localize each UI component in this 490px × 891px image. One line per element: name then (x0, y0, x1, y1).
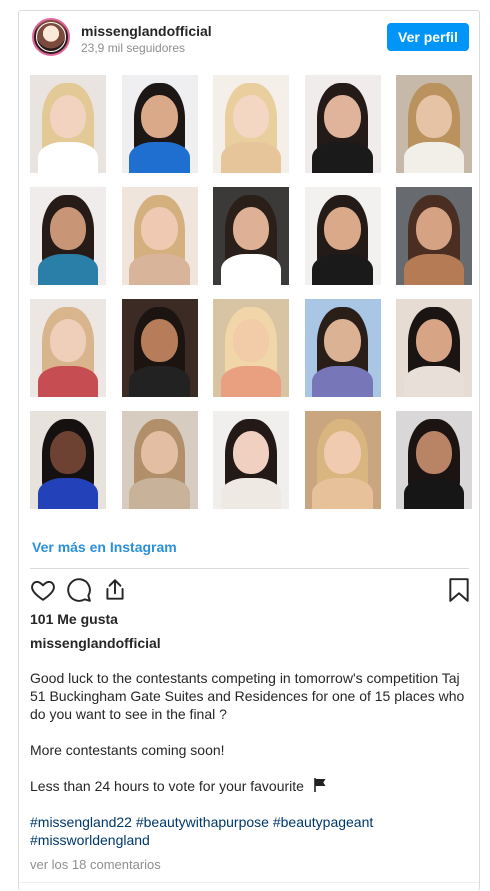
photo-outfit (403, 477, 465, 509)
photo-outfit (312, 253, 373, 285)
grid-photo[interactable] (30, 75, 106, 173)
photo-face (324, 318, 361, 362)
photo-face (232, 318, 270, 362)
comment-icon[interactable] (66, 577, 92, 603)
divider (30, 568, 469, 569)
instagram-embed-card: missenglandofficial 23,9 mil seguidores … (18, 10, 480, 891)
photo-outfit (220, 365, 282, 397)
photo-outfit (312, 365, 373, 397)
photo-outfit (129, 477, 190, 509)
photo-face (415, 318, 453, 362)
grid-photo[interactable] (213, 75, 289, 173)
photo-face (49, 94, 87, 138)
photo-face (415, 206, 453, 250)
view-more-on-instagram-link[interactable]: Ver más en Instagram (32, 539, 177, 555)
photo-face (49, 430, 87, 474)
grid-photo[interactable] (304, 187, 381, 285)
post-header: missenglandofficial 23,9 mil seguidores … (19, 11, 479, 65)
divider (19, 882, 479, 883)
grid-photo[interactable] (30, 187, 106, 285)
grid-photo[interactable] (396, 75, 472, 173)
photo-outfit (403, 141, 465, 173)
photo-grid (30, 75, 472, 509)
photo-face (232, 206, 270, 250)
photo-outfit (37, 365, 99, 397)
grid-photo[interactable] (396, 411, 472, 509)
heart-icon[interactable] (30, 577, 56, 603)
photo-outfit (312, 141, 373, 173)
share-icon[interactable] (102, 577, 128, 603)
photo-outfit (220, 141, 282, 173)
photo-face (49, 206, 87, 250)
photo-face (324, 206, 361, 250)
grid-photo[interactable] (213, 411, 289, 509)
caption-paragraph: More contestants coming soon! (30, 742, 225, 758)
photo-outfit (220, 253, 282, 285)
caption-paragraph: Less than 24 hours to vote for your favo… (30, 777, 470, 795)
photo-face (415, 94, 453, 138)
caption-paragraph: Good luck to the contestants competing i… (30, 670, 465, 722)
hashtags[interactable]: #missengland22 #beautywithapurpose #beau… (30, 813, 470, 849)
photo-outfit (37, 477, 99, 509)
photo-outfit (312, 477, 373, 509)
photo-outfit (129, 253, 190, 285)
photo-face (141, 430, 178, 474)
view-comments-link[interactable]: ver los 18 comentarios (30, 857, 161, 872)
grid-photo[interactable] (396, 299, 472, 397)
photo-outfit (403, 365, 465, 397)
grid-photo[interactable] (213, 187, 289, 285)
photo-face (141, 206, 178, 250)
follower-count: 23,9 mil seguidores (81, 41, 186, 55)
caption-text: Less than 24 hours to vote for your favo… (30, 778, 304, 794)
grid-photo[interactable] (121, 187, 198, 285)
grid-photo[interactable] (304, 75, 381, 173)
photo-outfit (129, 141, 190, 173)
photo-face (324, 430, 361, 474)
photo-face (49, 318, 87, 362)
grid-photo[interactable] (121, 299, 198, 397)
grid-photo[interactable] (213, 299, 289, 397)
post-actions (30, 577, 470, 603)
photo-face (232, 430, 270, 474)
photo-face (232, 94, 270, 138)
photo-outfit (220, 477, 282, 509)
photo-face (324, 94, 361, 138)
avatar[interactable] (32, 18, 70, 56)
grid-photo[interactable] (396, 187, 472, 285)
photo-face (141, 94, 178, 138)
photo-outfit (403, 253, 465, 285)
grid-photo[interactable] (30, 411, 106, 509)
bookmark-icon[interactable] (446, 577, 472, 603)
photo-face (415, 430, 453, 474)
grid-photo[interactable] (304, 411, 381, 509)
grid-photo[interactable] (30, 299, 106, 397)
like-count[interactable]: 101 Me gusta (30, 611, 118, 627)
post-caption: Good luck to the contestants competing i… (30, 669, 470, 849)
grid-photo[interactable] (304, 299, 381, 397)
caption-username[interactable]: missenglandofficial (30, 635, 161, 651)
grid-photo[interactable] (121, 75, 198, 173)
grid-photo[interactable] (121, 411, 198, 509)
photo-outfit (37, 253, 99, 285)
profile-username[interactable]: missenglandofficial (81, 23, 212, 39)
photo-face (141, 318, 178, 362)
black-flag-icon (314, 778, 326, 792)
view-profile-button[interactable]: Ver perfil (387, 23, 469, 51)
photo-outfit (129, 365, 190, 397)
photo-outfit (37, 141, 99, 173)
